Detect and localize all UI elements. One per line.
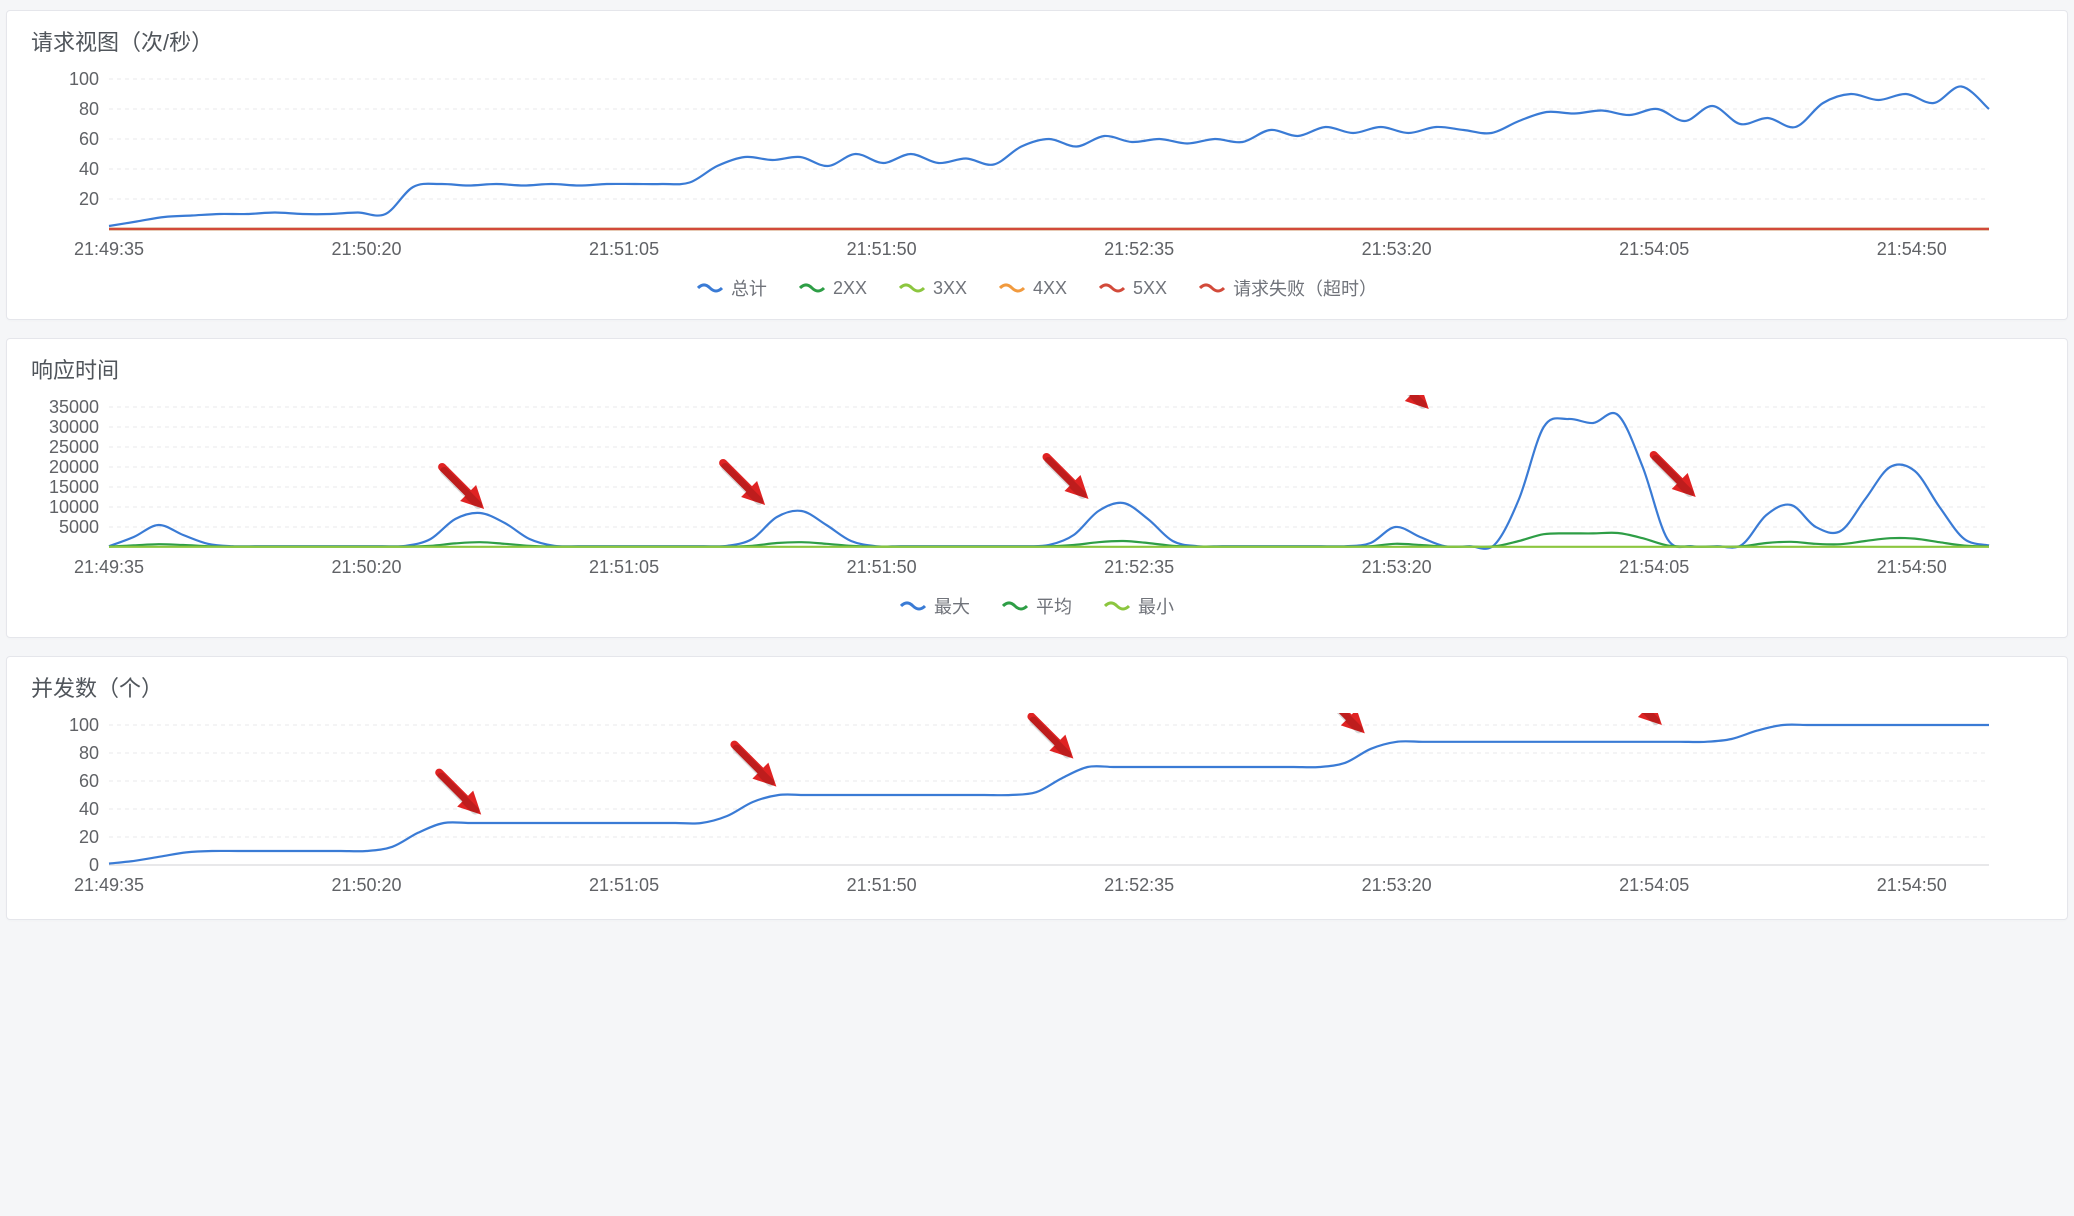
- series-并发: [109, 725, 1989, 864]
- y-tick-label: 80: [79, 743, 99, 763]
- y-tick-label: 60: [79, 771, 99, 791]
- legend-item[interactable]: 最大: [900, 593, 970, 619]
- x-tick-label: 21:52:35: [1104, 557, 1174, 577]
- annotation-arrow: [442, 467, 484, 509]
- x-tick-label: 21:49:35: [74, 875, 144, 895]
- y-tick-label: 35000: [49, 397, 99, 417]
- y-tick-label: 15000: [49, 477, 99, 497]
- x-tick-label: 21:53:20: [1362, 557, 1432, 577]
- x-tick-label: 21:54:50: [1877, 875, 1947, 895]
- series-最大: [109, 413, 1989, 549]
- x-tick-label: 21:49:35: [74, 239, 144, 259]
- x-tick-label: 21:51:05: [589, 557, 659, 577]
- legend-item[interactable]: 总计: [697, 275, 767, 301]
- x-tick-label: 21:51:50: [847, 239, 917, 259]
- legend-item[interactable]: 平均: [1002, 593, 1072, 619]
- x-tick-label: 21:51:50: [847, 875, 917, 895]
- x-tick-label: 21:52:35: [1104, 875, 1174, 895]
- y-tick-label: 5000: [59, 517, 99, 537]
- chart-legend: 总计 2XX 3XX 4XX 5XX 请求失败（超时）: [29, 275, 2045, 301]
- y-tick-label: 0: [89, 855, 99, 875]
- legend-item[interactable]: 3XX: [899, 275, 967, 301]
- legend-item[interactable]: 最小: [1104, 593, 1174, 619]
- legend-item[interactable]: 4XX: [999, 275, 1067, 301]
- x-tick-label: 21:52:35: [1104, 239, 1174, 259]
- legend-label: 3XX: [933, 278, 967, 299]
- y-tick-label: 60: [79, 129, 99, 149]
- chart-title: 响应时间: [31, 353, 2045, 385]
- y-tick-label: 40: [79, 799, 99, 819]
- y-tick-label: 100: [69, 69, 99, 89]
- y-tick-label: 30000: [49, 417, 99, 437]
- x-tick-label: 21:53:20: [1362, 875, 1432, 895]
- chart-title: 请求视图（次/秒）: [31, 25, 2045, 57]
- x-tick-label: 21:51:05: [589, 239, 659, 259]
- annotation-arrow: [439, 773, 481, 815]
- annotation-arrow: [1031, 717, 1073, 759]
- annotation-arrow: [1620, 713, 1662, 725]
- y-tick-label: 25000: [49, 437, 99, 457]
- x-tick-label: 21:50:20: [331, 557, 401, 577]
- y-tick-label: 10000: [49, 497, 99, 517]
- chart-panel-response: 响应时间 5000100001500020000250003000035000 21…: [6, 338, 2068, 638]
- x-tick-label: 21:51:50: [847, 557, 917, 577]
- legend-item[interactable]: 请求失败（超时）: [1199, 275, 1377, 301]
- annotation-arrow: [723, 463, 765, 505]
- x-tick-label: 21:54:50: [1877, 557, 1947, 577]
- y-tick-label: 20000: [49, 457, 99, 477]
- y-tick-label: 20: [79, 189, 99, 209]
- chart-title: 并发数（个）: [31, 671, 2045, 703]
- legend-label: 请求失败（超时）: [1233, 275, 1377, 301]
- annotation-arrow: [1323, 713, 1365, 733]
- chart-panel-requests: 请求视图（次/秒） 20 40 60 80 100 21:49:35 21:50:20 21:5…: [6, 10, 2068, 320]
- legend-label: 最小: [1138, 593, 1174, 619]
- x-tick-label: 21:54:05: [1619, 875, 1689, 895]
- x-tick-label: 21:50:20: [331, 875, 401, 895]
- x-tick-label: 21:54:05: [1619, 557, 1689, 577]
- x-tick-label: 21:53:20: [1362, 239, 1432, 259]
- legend-label: 5XX: [1133, 278, 1167, 299]
- annotation-arrow: [1654, 455, 1696, 497]
- chart-area[interactable]: 20 40 60 80 100 21:49:35 21:50:20 21:51:05 21:51…: [29, 67, 2045, 265]
- x-tick-label: 21:50:20: [331, 239, 401, 259]
- y-tick-label: 100: [69, 715, 99, 735]
- chart-legend: 最大 平均 最小: [29, 593, 2045, 619]
- y-tick-label: 40: [79, 159, 99, 179]
- x-tick-label: 21:51:05: [589, 875, 659, 895]
- legend-label: 平均: [1036, 593, 1072, 619]
- legend-label: 2XX: [833, 278, 867, 299]
- chart-panel-concurrency: 并发数（个） 0 20 40 60 80 100 21:49:35 21:50:20 21:51:…: [6, 656, 2068, 920]
- annotation-arrow: [1047, 457, 1089, 499]
- series-总计: [109, 86, 1989, 226]
- x-tick-label: 21:54:50: [1877, 239, 1947, 259]
- y-tick-label: 20: [79, 827, 99, 847]
- legend-label: 最大: [934, 593, 970, 619]
- chart-area[interactable]: 0 20 40 60 80 100 21:49:35 21:50:20 21:51:05 21:5…: [29, 713, 2045, 901]
- legend-label: 4XX: [1033, 278, 1067, 299]
- chart-area[interactable]: 5000100001500020000250003000035000 21:49:…: [29, 395, 2045, 583]
- legend-label: 总计: [731, 275, 767, 301]
- x-tick-label: 21:54:05: [1619, 239, 1689, 259]
- y-tick-label: 80: [79, 99, 99, 119]
- legend-item[interactable]: 2XX: [799, 275, 867, 301]
- annotation-arrow: [734, 745, 776, 787]
- legend-item[interactable]: 5XX: [1099, 275, 1167, 301]
- x-tick-label: 21:49:35: [74, 557, 144, 577]
